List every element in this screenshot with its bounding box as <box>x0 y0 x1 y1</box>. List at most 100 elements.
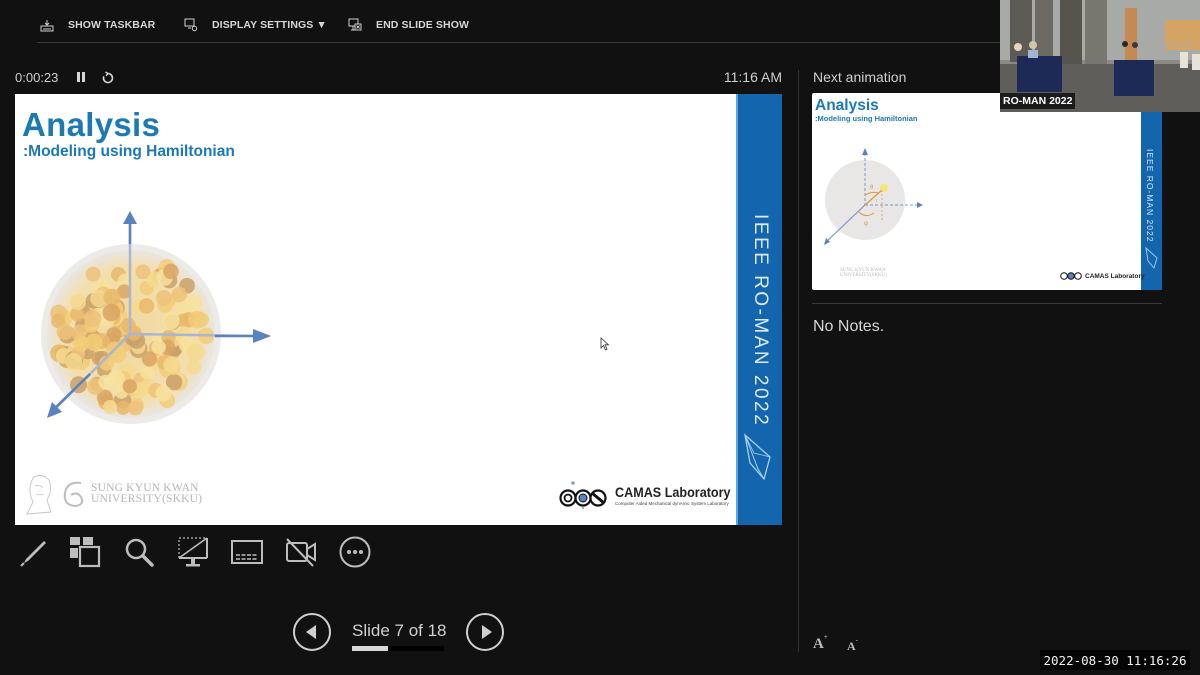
mouse-cursor-icon <box>600 337 610 351</box>
next-animation-label: Next animation <box>813 69 907 85</box>
increase-font-button[interactable]: A+ <box>813 633 828 653</box>
next-slide-button[interactable] <box>466 613 504 651</box>
particle <box>122 379 137 394</box>
particle <box>109 346 127 364</box>
particle <box>193 312 209 328</box>
decrease-font-label: A <box>847 639 856 653</box>
particle <box>186 360 202 375</box>
particle <box>155 385 172 402</box>
slide-progress-fill <box>352 646 388 651</box>
current-time: 11:16 AM <box>723 69 782 85</box>
show-taskbar-button[interactable]: SHOW TASKBAR <box>40 15 155 35</box>
camas-lab-subtitle: Computer Aided Mechanical dynAmic System… <box>615 501 729 506</box>
preview-band-text: IEEE RO-MAN 2022 <box>1145 149 1155 243</box>
particle <box>84 309 102 327</box>
camas-logo: CAMAS Laboratory Computer Aided Mechanic… <box>559 480 743 510</box>
preview-skku-logo: SUNG KYUN KWAN UNIVERSITY(SKKU) <box>818 268 887 278</box>
show-taskbar-label: SHOW TASKBAR <box>68 19 156 31</box>
particle <box>141 351 158 367</box>
particle <box>163 263 179 280</box>
webcam-label: RO-MAN 2022 <box>1000 93 1076 109</box>
pen-tool-button[interactable] <box>15 533 51 571</box>
particle <box>102 303 121 322</box>
particle <box>171 286 187 303</box>
particle <box>103 400 118 414</box>
preview-subtitle: :Modeling using Hamiltonian <box>815 114 918 123</box>
conference-logo-icon <box>744 433 771 481</box>
next-slide-preview[interactable]: Analysis :Modeling using Hamiltonian θ φ… <box>812 93 1162 290</box>
slide-subtitle: :Modeling using Hamiltonian <box>23 143 235 160</box>
previous-slide-button[interactable] <box>293 613 331 651</box>
preview-camas-name: CAMAS Laboratory <box>1085 272 1145 280</box>
particle <box>127 400 143 416</box>
end-slide-show-button[interactable]: END SLIDE SHOW <box>348 15 469 35</box>
increase-font-label: A <box>813 636 824 652</box>
particle <box>135 264 151 280</box>
see-all-slides-icon <box>70 537 101 568</box>
particle <box>103 288 121 306</box>
z-axis-arrowhead <box>123 211 137 224</box>
restart-timer-button[interactable] <box>101 71 115 85</box>
particle <box>140 365 155 380</box>
toolbar-divider <box>37 42 1000 43</box>
particle <box>65 353 83 370</box>
black-screen-button[interactable] <box>175 533 211 571</box>
skku-line-2: UNIVERSITY(SKKU) <box>91 493 203 505</box>
slide-progress-bar <box>352 646 444 651</box>
y-axis-arrowhead <box>253 329 271 343</box>
camera-toggle-button[interactable] <box>283 533 319 571</box>
presenter-toolbar: SHOW TASKBAR DISPLAY SETTINGS ▼ END SLID… <box>0 0 1000 44</box>
black-screen-icon <box>178 537 208 567</box>
magnifier-icon <box>125 538 154 567</box>
elapsed-timer: 0:00:23 <box>15 70 59 85</box>
end-slide-show-label: END SLIDE SHOW <box>376 19 469 31</box>
camas-lab-name: CAMAS Laboratory <box>615 484 731 500</box>
panel-divider[interactable] <box>798 70 799 652</box>
particle <box>138 298 155 314</box>
notes-divider <box>812 303 1162 304</box>
preview-conference-logo-icon <box>1145 246 1158 269</box>
current-slide[interactable]: Analysis :Modeling using Hamiltonian IEE… <box>15 94 782 525</box>
recording-timestamp: 2022-08-30 11:16:26 <box>1040 650 1190 670</box>
slide-title: Analysis <box>22 106 161 143</box>
particle <box>187 343 205 362</box>
zoom-slide-button[interactable] <box>121 533 157 571</box>
display-settings-icon <box>184 18 198 32</box>
particle <box>151 339 166 355</box>
pause-timer-button[interactable] <box>75 71 87 84</box>
taskbar-icon <box>40 19 54 31</box>
restart-icon <box>102 71 114 84</box>
camera-off-icon <box>286 538 316 567</box>
particle <box>163 356 181 374</box>
preview-camas-emblem-icon <box>1060 272 1082 280</box>
preview-sphere-diagram: θ φ r <box>824 148 923 245</box>
preview-camas-logo: CAMAS Laboratory <box>1060 271 1145 281</box>
pen-icon <box>20 541 46 567</box>
speaker-notes[interactable]: No Notes. <box>813 318 884 336</box>
particle-sphere-diagram <box>41 211 271 424</box>
preview-skku-line-2: UNIVERSITY(SKKU) <box>840 273 887 278</box>
skku-logo: SUNG KYUN KWAN UNIVERSITY(SKKU) <box>23 472 202 516</box>
preview-title: Analysis <box>815 97 879 114</box>
end-show-icon <box>348 18 362 31</box>
display-settings-button[interactable]: DISPLAY SETTINGS ▼ <box>184 15 327 35</box>
particle <box>56 323 73 341</box>
skku-emblem-icon <box>63 481 84 508</box>
particle <box>70 294 87 311</box>
particle <box>98 374 113 390</box>
conference-band-text: IEEE RO-MAN 2022 <box>750 214 771 428</box>
phi-symbol: φ <box>864 221 868 227</box>
see-all-slides-button[interactable] <box>67 533 103 571</box>
subtitles-button[interactable] <box>229 533 265 571</box>
particle <box>156 290 172 306</box>
skku-portrait-icon <box>26 474 52 515</box>
more-options-button[interactable] <box>337 533 373 571</box>
more-options-icon <box>339 536 371 568</box>
particle <box>85 266 101 282</box>
display-settings-label: DISPLAY SETTINGS ▼ <box>212 19 327 31</box>
decrease-font-button[interactable]: A- <box>847 636 858 654</box>
slide-counter[interactable]: Slide 7 of 18 <box>352 621 447 641</box>
camas-emblem-icon <box>559 481 607 509</box>
subtitles-icon <box>231 540 263 564</box>
particle <box>73 335 90 352</box>
